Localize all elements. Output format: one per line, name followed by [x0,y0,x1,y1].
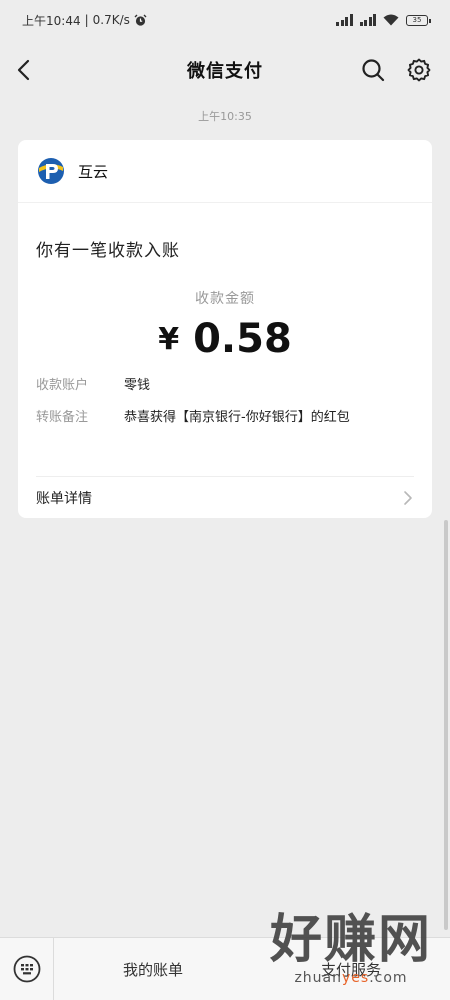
status-right: 35 [336,14,431,26]
battery-level: 35 [412,16,422,24]
status-bar: 上午10:44 | 0.7K/s 35 [0,0,450,40]
info-row-remark: 转账备注 恭喜获得【南京银行-你好银行】的红包 [36,408,414,428]
info-value: 零钱 [124,378,151,393]
info-row-account: 收款账户 零钱 [36,376,414,396]
info-key: 转账备注 [36,410,89,425]
message-timestamp: 上午10:35 [198,110,252,123]
notification-headline: 你有一笔收款入账 [36,241,180,261]
bottom-menu-bar: 我的账单 支付服务 [0,937,450,1000]
keyboard-button[interactable] [0,938,54,1000]
payment-notification-card[interactable]: 互云 你有一笔收款入账 收款金额 ¥0.58 收款账户 零钱 转账备注 恭喜获得… [18,140,432,518]
status-left: 上午10:44 | 0.7K/s [22,12,147,29]
network-speed: 0.7K/s [92,13,130,27]
merchant-name: 互云 [78,162,109,181]
scrollbar[interactable] [444,520,448,930]
amount-value: 0.58 [193,316,292,362]
bill-details-link[interactable]: 账单详情 [18,477,432,518]
info-value: 恭喜获得【南京银行-你好银行】的红包 [124,410,350,425]
nav-bar: 微信支付 [0,40,450,100]
signal-icon-2 [359,14,376,26]
alarm-icon [134,14,147,26]
amount-label: 收款金额 [195,291,255,307]
search-icon[interactable] [360,57,386,83]
chevron-left-icon[interactable] [12,57,38,83]
card-header: 互云 [18,140,432,203]
wifi-icon [383,14,399,26]
gear-icon[interactable] [406,57,432,83]
currency-symbol: ¥ [158,322,180,357]
battery-icon: 35 [406,14,431,26]
keyboard-icon [13,955,40,983]
signal-icon [336,14,353,26]
amount-display: ¥0.58 [18,316,432,362]
bill-details-label: 账单详情 [36,490,92,507]
status-separator: | [84,13,89,27]
chevron-right-icon [404,490,412,505]
merchant-logo [38,158,64,184]
status-time: 上午10:44 [22,13,81,28]
page-title: 微信支付 [187,61,263,82]
info-key: 收款账户 [36,378,89,393]
menu-payment-services[interactable]: 支付服务 [252,959,450,980]
menu-my-bills[interactable]: 我的账单 [54,959,252,980]
